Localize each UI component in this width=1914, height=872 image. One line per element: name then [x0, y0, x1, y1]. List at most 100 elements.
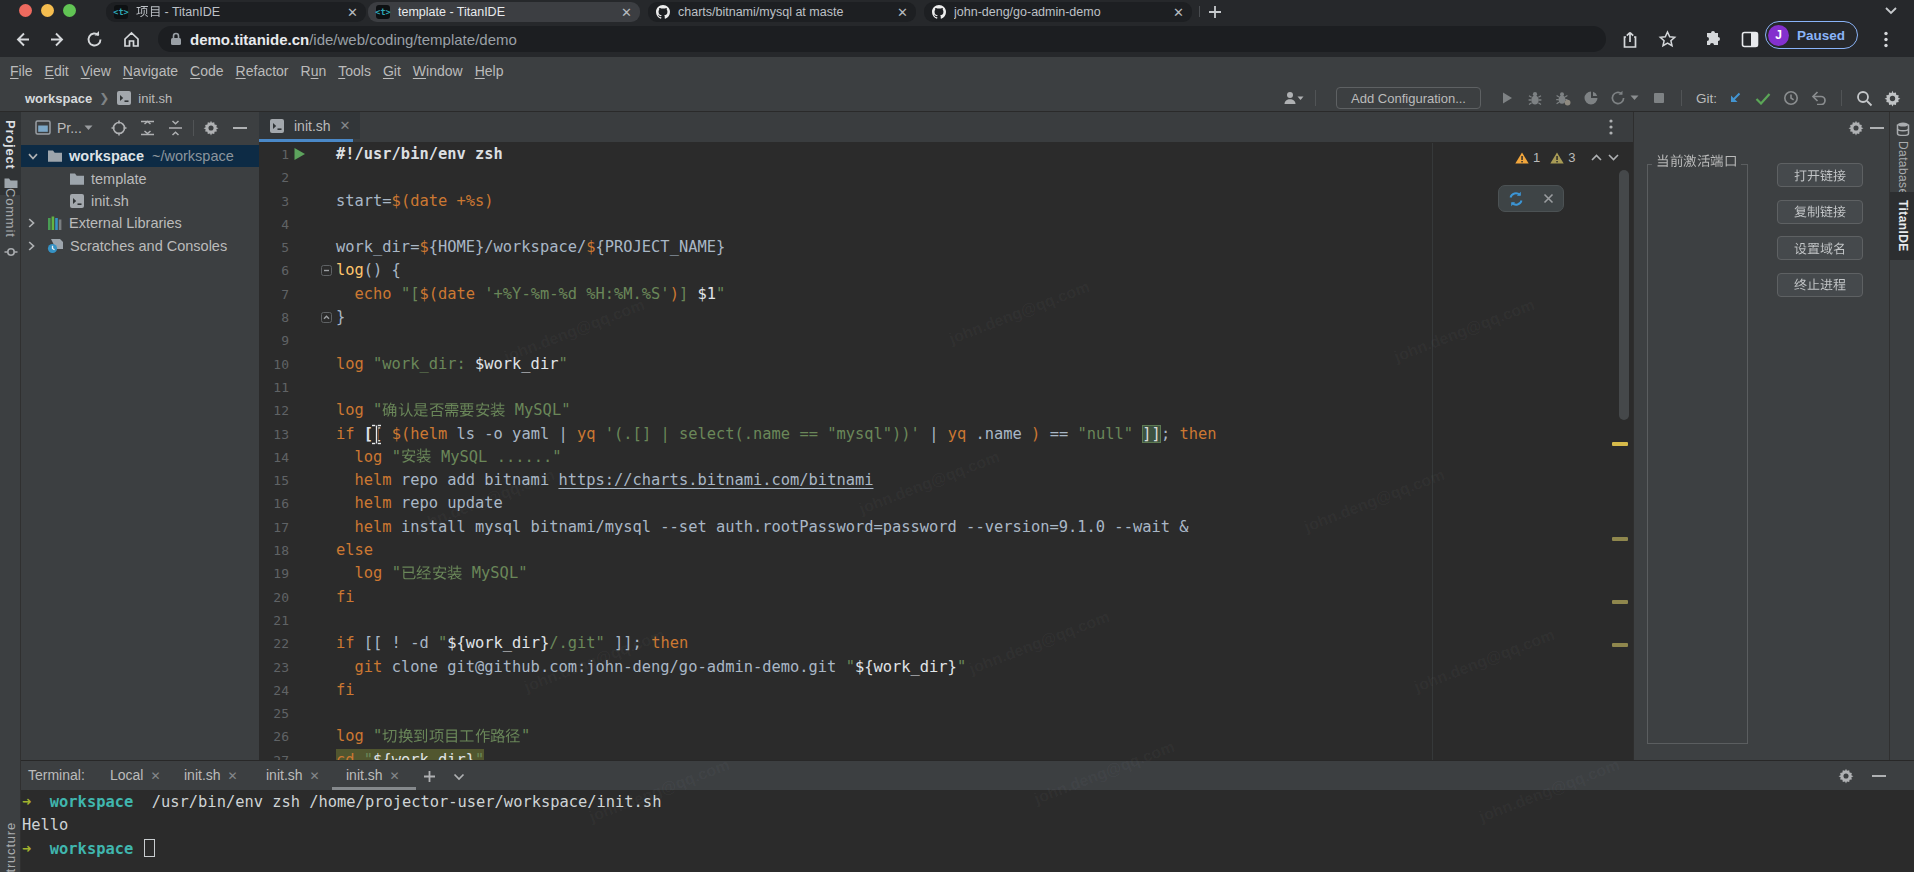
new-terminal-button[interactable]	[423, 770, 436, 783]
editor-scrollbar[interactable]	[1619, 170, 1629, 420]
error-stripe-mark[interactable]	[1612, 600, 1628, 604]
expand-all-button[interactable]	[140, 120, 155, 136]
git-rollback-button[interactable]	[1805, 86, 1833, 110]
tree-item-external-libraries[interactable]: External Libraries	[21, 212, 259, 234]
terminal-tab-init-sh[interactable]: init.sh✕	[346, 767, 400, 783]
hide-panel-button[interactable]	[233, 126, 247, 130]
profile-chip[interactable]: J Paused	[1765, 21, 1858, 49]
browser-tab[interactable]: <t> - TitanIDE✕	[106, 2, 366, 22]
breadcrumb-workspace[interactable]: workspace	[25, 91, 92, 106]
fold-region-icon[interactable]	[321, 265, 332, 276]
terminal-tab-init-sh[interactable]: init.sh✕	[266, 767, 320, 783]
collapse-all-button[interactable]	[168, 120, 183, 136]
share-button[interactable]	[1621, 30, 1639, 49]
new-tab-button[interactable]	[1206, 3, 1224, 21]
browser-tab[interactable]: charts/bitnami/mysql at maste✕	[648, 2, 916, 22]
copy-link-button[interactable]	[1777, 200, 1863, 224]
run-line-button[interactable]	[293, 147, 306, 161]
project-settings-button[interactable]	[203, 120, 219, 136]
locate-file-button[interactable]	[111, 120, 127, 136]
stop-button[interactable]	[1645, 86, 1673, 110]
tab-search-button[interactable]	[1884, 6, 1898, 16]
stripe-tab-titanide[interactable]: TitanIDE	[1890, 192, 1914, 260]
hide-panel-button[interactable]	[1870, 126, 1884, 130]
menu-view[interactable]: View	[75, 63, 117, 79]
stripe-tab-project[interactable]: Project	[0, 112, 21, 195]
bookmark-button[interactable]	[1658, 30, 1677, 49]
close-tab-icon[interactable]: ✕	[390, 769, 400, 783]
tree-item-scratches-and-consoles[interactable]: Scratches and Consoles	[21, 235, 259, 257]
menu-navigate[interactable]: Navigate	[117, 63, 184, 79]
terminal-output[interactable]: ➜ workspace /usr/bin/env zsh /home/proje…	[22, 791, 661, 861]
stripe-tab-database[interactable]: Database	[1890, 118, 1914, 204]
chevron-down-icon[interactable]	[28, 153, 38, 160]
address-bar[interactable]: demo.titanide.cn/ide/web/coding/template…	[158, 26, 1606, 52]
search-everywhere-button[interactable]	[1850, 86, 1878, 110]
chevron-right-icon[interactable]	[28, 218, 35, 228]
fold-region-icon[interactable]	[321, 312, 332, 323]
browser-menu-button[interactable]	[1883, 31, 1889, 48]
terminal-tabs-dropdown[interactable]	[453, 773, 465, 781]
menu-help[interactable]: Help	[469, 63, 510, 79]
breadcrumb-file[interactable]: init.sh	[138, 91, 172, 106]
menu-edit[interactable]: Edit	[39, 63, 75, 79]
run-with-profile-button[interactable]	[1279, 86, 1307, 110]
hide-terminal-button[interactable]	[1872, 774, 1886, 778]
reload-button[interactable]	[85, 30, 104, 49]
editor-tab-init-sh[interactable]: init.sh ✕	[259, 112, 360, 139]
close-tab-icon[interactable]: ✕	[310, 769, 320, 783]
browser-tab[interactable]: john-deng/go-admin-demo✕	[924, 2, 1192, 22]
menu-code[interactable]: Code	[184, 63, 229, 79]
debug-button[interactable]	[1521, 86, 1549, 110]
menu-git[interactable]: Git	[377, 63, 407, 79]
close-tab-icon[interactable]: ✕	[1173, 6, 1184, 19]
git-update-button[interactable]	[1721, 86, 1749, 110]
extensions-button[interactable]	[1704, 30, 1723, 49]
chevron-right-icon[interactable]	[28, 241, 35, 251]
tree-item-init-sh[interactable]: init.sh	[21, 190, 259, 212]
close-tab-icon[interactable]: ✕	[340, 118, 351, 133]
tree-item-workspace[interactable]: workspace~/workspace	[21, 145, 259, 167]
error-stripe-mark[interactable]	[1612, 643, 1628, 647]
error-stripe-mark[interactable]	[1612, 537, 1628, 541]
git-commit-button[interactable]	[1749, 86, 1777, 110]
open-link-button[interactable]	[1777, 163, 1863, 187]
terminal-settings-button[interactable]	[1838, 768, 1854, 784]
error-stripe-mark[interactable]	[1612, 442, 1628, 446]
tree-item-template[interactable]: template	[21, 167, 259, 189]
menu-file[interactable]: File	[4, 63, 39, 79]
window-close-button[interactable]	[19, 4, 32, 17]
git-history-button[interactable]	[1777, 86, 1805, 110]
close-tab-icon[interactable]: ✕	[150, 769, 160, 783]
add-configuration-button[interactable]: Add Configuration...	[1336, 87, 1481, 109]
debug-coverage-button[interactable]	[1549, 86, 1577, 110]
stripe-tab-structure[interactable]: Structure	[0, 822, 21, 872]
terminate-process-button[interactable]	[1777, 273, 1863, 297]
close-tab-icon[interactable]: ✕	[897, 6, 908, 19]
project-view-selector[interactable]: Pr...	[57, 120, 82, 136]
set-domain-button[interactable]	[1777, 236, 1863, 260]
menu-run[interactable]: Run	[295, 63, 333, 79]
menu-tools[interactable]: Tools	[332, 63, 377, 79]
home-button[interactable]	[122, 30, 141, 49]
close-tab-icon[interactable]: ✕	[228, 769, 238, 783]
forward-button[interactable]	[49, 30, 68, 49]
close-tab-icon[interactable]: ✕	[621, 6, 632, 19]
menu-window[interactable]: Window	[407, 63, 469, 79]
menu-refactor[interactable]: Refactor	[230, 63, 295, 79]
stripe-tab-commit[interactable]: Commit	[0, 188, 21, 259]
browser-tab[interactable]: <t>template - TitanIDE✕	[368, 2, 640, 22]
back-button[interactable]	[12, 30, 31, 49]
profiler-button[interactable]	[1577, 86, 1605, 110]
run-anything-button[interactable]	[1605, 86, 1645, 110]
settings-button[interactable]	[1878, 86, 1906, 110]
run-button[interactable]	[1493, 86, 1521, 110]
window-minimize-button[interactable]	[41, 4, 54, 17]
code-editor[interactable]: 1#!/usr/bin/env zsh23start=$(date +%s)45…	[259, 143, 1633, 760]
editor-tab-options-button[interactable]	[1609, 119, 1613, 135]
terminal-tab-local[interactable]: Local✕	[110, 767, 161, 783]
side-panel-button[interactable]	[1741, 31, 1759, 48]
window-zoom-button[interactable]	[63, 4, 76, 17]
panel-settings-button[interactable]	[1848, 120, 1864, 136]
terminal-tab-init-sh[interactable]: init.sh✕	[184, 767, 238, 783]
